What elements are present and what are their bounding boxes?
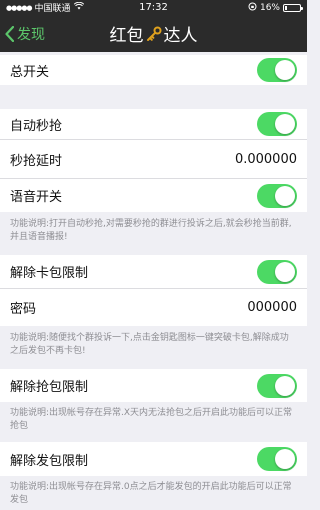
master-switch-label: 总开关	[10, 64, 50, 80]
title-part-2: 达人	[163, 26, 198, 46]
master-switch-row: 总开关	[0, 55, 307, 85]
signal-icon: ●●●●●	[6, 3, 33, 12]
grab-delay-label: 秒抢延时	[10, 153, 63, 169]
navigation-bar: 发现 红包 达人	[0, 15, 307, 52]
master-switch-toggle[interactable]	[257, 58, 297, 82]
unlock-grab-row: 解除抢包限制	[0, 369, 307, 402]
wifi-icon	[73, 1, 84, 13]
unlock-card-label: 解除卡包限制	[10, 266, 89, 281]
password-value[interactable]: 000000	[247, 300, 297, 315]
unlock-grab-toggle[interactable]	[257, 373, 297, 398]
grab-delay-row[interactable]: 秒抢延时 0.000000	[0, 139, 307, 178]
unlock-send-note: 功能说明:出现帐号存在异常.0点之后才能发包的开启此功能后可以正常发包	[10, 482, 292, 505]
rotation-lock-icon	[248, 2, 257, 14]
unlock-send-label: 解除发包限制	[10, 453, 89, 469]
voice-switch-row: 语音开关	[0, 178, 307, 212]
battery-icon	[283, 3, 303, 12]
auto-grab-toggle[interactable]	[257, 112, 297, 136]
status-bar: ●●●●● 中国联通 17:32 16%	[0, 0, 307, 15]
auto-grab-row: 自动秒抢	[0, 109, 307, 139]
unlock-card-toggle[interactable]	[257, 259, 297, 284]
auto-grab-label: 自动秒抢	[10, 118, 63, 134]
key-icon	[146, 26, 162, 42]
unlock-grab-label: 解除抢包限制	[10, 380, 89, 395]
battery-level	[285, 5, 288, 10]
status-right: 16%	[248, 2, 303, 14]
unlock-grab-note: 功能说明:出现帐号存在异常.X天内无法抢包之后开启此功能后可以正常抢包	[10, 408, 293, 431]
unlock-card-note: 功能说明:随便找个群投诉一下,点击金钥匙图标一键突破卡包,解除成功之后发包不再卡…	[10, 333, 289, 356]
grab-delay-value[interactable]: 0.000000	[235, 152, 297, 167]
auto-grab-note: 功能说明:打开自动秒抢,对需要秒抢的群进行投诉之后,就会秒抢当前群,并且语音播报…	[10, 219, 292, 242]
unlock-send-toggle[interactable]	[257, 447, 297, 471]
password-label: 密码	[10, 302, 37, 317]
page-title: 红包 达人	[0, 15, 307, 52]
battery-percent: 16%	[259, 2, 280, 13]
unlock-card-row: 解除卡包限制	[0, 255, 307, 288]
voice-switch-toggle[interactable]	[257, 183, 297, 208]
password-row[interactable]: 密码 000000	[0, 288, 307, 326]
voice-switch-label: 语音开关	[10, 190, 63, 205]
carrier-name: 中国联通	[34, 4, 71, 14]
status-left: ●●●●● 中国联通	[6, 1, 84, 14]
unlock-send-row: 解除发包限制	[0, 442, 307, 476]
title-part-1: 红包	[109, 26, 144, 46]
